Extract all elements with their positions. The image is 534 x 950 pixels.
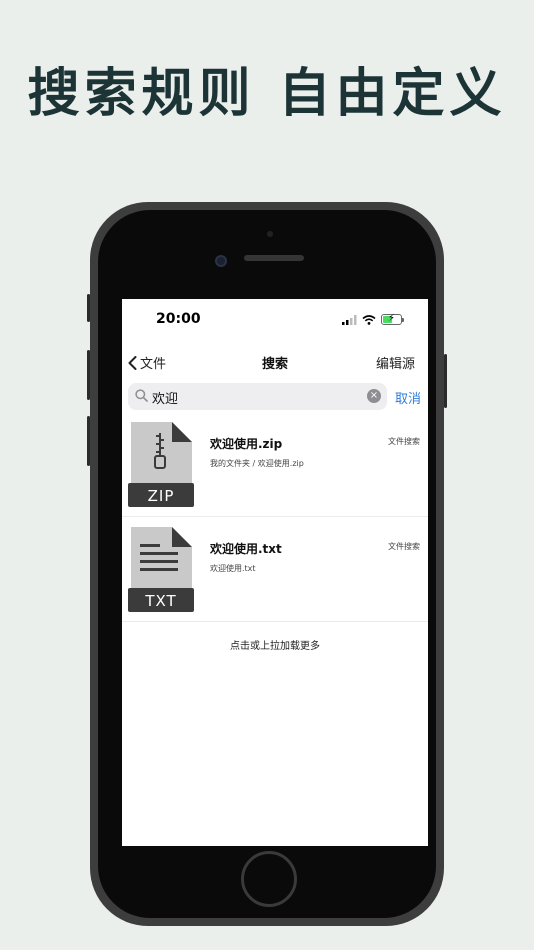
edit-source-button[interactable]: 编辑源 <box>376 353 415 372</box>
file-path: 欢迎使用.txt <box>210 564 256 573</box>
cancel-button[interactable]: 取消 <box>395 388 421 407</box>
file-name: 欢迎使用.txt <box>210 542 282 556</box>
battery-icon: ⚡ <box>381 313 404 325</box>
search-row: 欢迎 × 取消 <box>122 381 428 411</box>
search-input[interactable]: 欢迎 × <box>128 383 387 410</box>
volume-up-button <box>87 350 90 400</box>
mute-switch <box>87 294 90 322</box>
wifi-icon <box>362 314 376 325</box>
file-name: 欢迎使用.zip <box>210 437 283 451</box>
load-more-button[interactable]: 点击或上拉加载更多 <box>122 637 428 652</box>
navigation-bar: 文件 搜索 编辑源 <box>122 347 428 379</box>
txt-icon-label: TXT <box>144 592 176 610</box>
search-icon <box>135 389 148 402</box>
list-item[interactable]: ZIP 欢迎使用.zip 我的文件夹 / 欢迎使用.zip 文件搜索 <box>122 413 428 517</box>
zip-icon-label: ZIP <box>148 487 175 505</box>
file-tag: 文件搜索 <box>388 437 420 446</box>
zip-file-icon: ZIP <box>128 422 194 507</box>
search-query: 欢迎 <box>152 392 179 407</box>
headline: 搜索规则 自由定义 <box>27 64 507 124</box>
file-path: 我的文件夹 / 欢迎使用.zip <box>210 459 304 468</box>
file-tag: 文件搜索 <box>388 542 420 551</box>
power-button <box>444 354 447 408</box>
screen: 20:00 ⚡ 文件 搜索 编辑源 欢迎 × 取消 ZIP 欢迎使用.zip 我… <box>122 299 428 846</box>
front-camera <box>215 255 227 267</box>
phone-bezel: 20:00 ⚡ 文件 搜索 编辑源 欢迎 × 取消 ZIP 欢迎使用.zip 我… <box>98 210 436 918</box>
front-sensor <box>267 231 273 237</box>
list-item[interactable]: TXT 欢迎使用.txt 欢迎使用.txt 文件搜索 <box>122 518 428 622</box>
clear-icon[interactable]: × <box>367 389 381 403</box>
cellular-signal-icon <box>342 314 357 325</box>
status-icons: ⚡ <box>342 313 404 325</box>
status-time: 20:00 <box>156 311 201 327</box>
home-button[interactable] <box>241 851 297 907</box>
txt-file-icon: TXT <box>128 527 194 612</box>
volume-down-button <box>87 416 90 466</box>
status-bar: 20:00 ⚡ <box>122 299 428 343</box>
earpiece-speaker <box>244 255 304 261</box>
charging-bolt-icon: ⚡ <box>388 313 396 324</box>
phone-frame: 20:00 ⚡ 文件 搜索 编辑源 欢迎 × 取消 ZIP 欢迎使用.zip 我… <box>87 202 447 926</box>
